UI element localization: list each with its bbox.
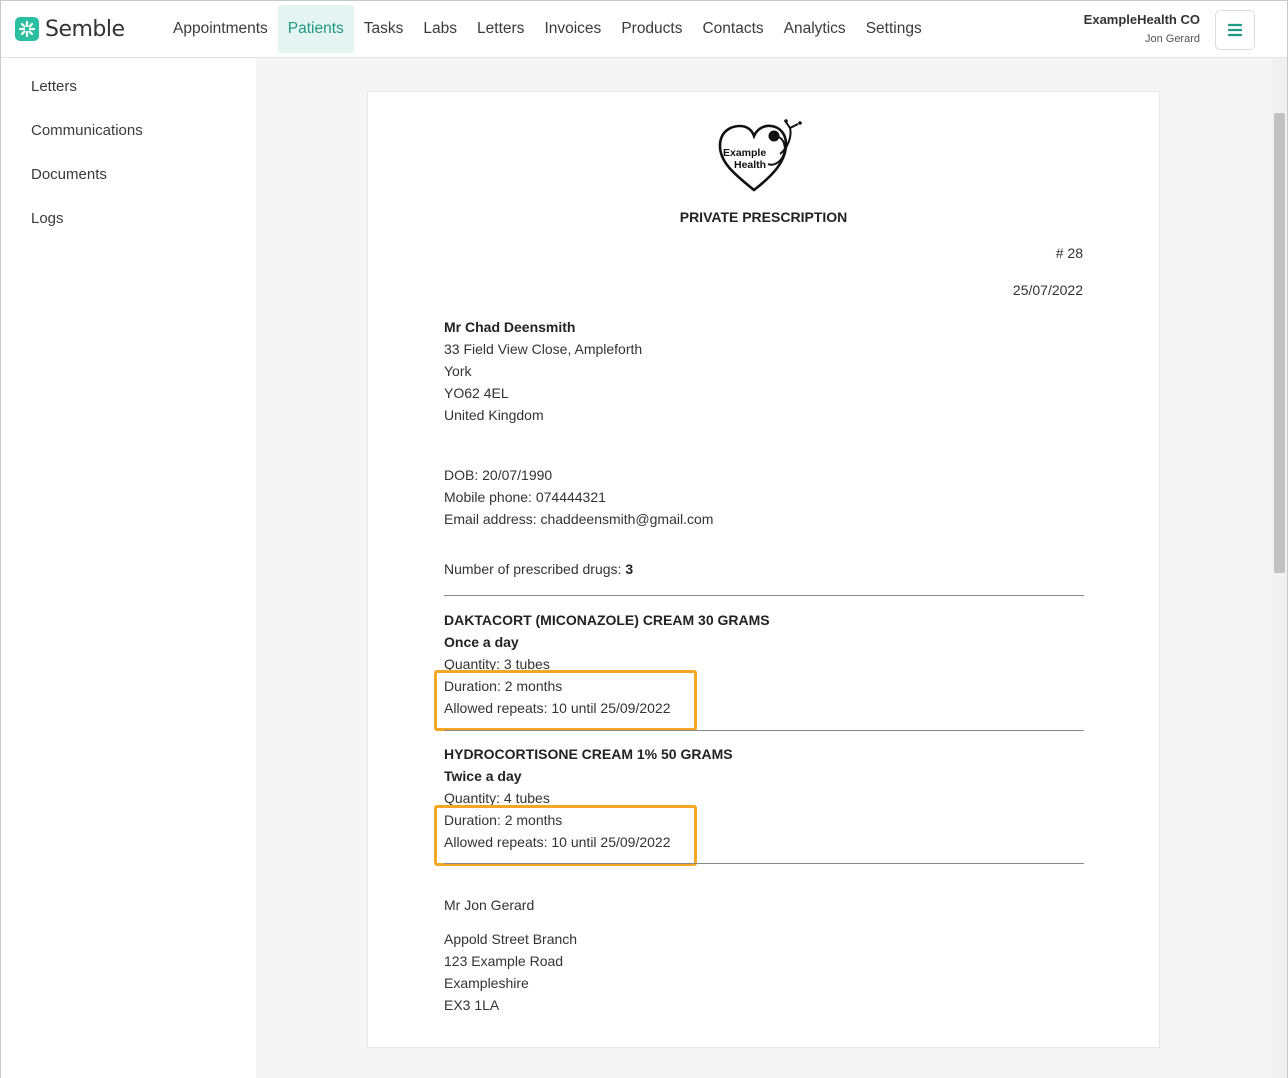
- patient-address-block: Mr Chad Deensmith 33 Field View Close, A…: [444, 316, 642, 426]
- drug-count-value: 3: [625, 561, 634, 577]
- highlight-box: [434, 805, 697, 866]
- drug-frequency: Once a day: [444, 634, 519, 650]
- menu-button[interactable]: [1215, 10, 1255, 50]
- patient-sidebar: Letters Communications Documents Logs: [1, 58, 256, 1078]
- example-health-logo: Example Health: [714, 114, 814, 194]
- prescriber-address-line: Exampleshire: [444, 975, 529, 991]
- brand[interactable]: Semble: [15, 17, 163, 42]
- patient-details-block: DOB: 20/07/1990 Mobile phone: 074444321 …: [444, 464, 713, 530]
- nav-patients[interactable]: Patients: [277, 5, 354, 53]
- patient-address-line: York: [444, 363, 472, 379]
- scrollbar-thumb[interactable]: [1274, 113, 1285, 573]
- logo-text-health: Health: [734, 159, 766, 171]
- prescription-document: Example Health PRIVATE PRESCRIPTION # 28…: [367, 91, 1160, 1048]
- document-title: PRIVATE PRESCRIPTION: [679, 209, 848, 225]
- hamburger-icon: [1227, 23, 1243, 37]
- account-info[interactable]: ExampleHealth CO Jon Gerard: [1084, 12, 1200, 45]
- patient-address-line: 33 Field View Close, Ampleforth: [444, 341, 643, 357]
- divider: [444, 595, 1084, 596]
- nav-settings[interactable]: Settings: [856, 5, 932, 53]
- nav-contacts[interactable]: Contacts: [692, 5, 773, 53]
- top-navigation-bar: Semble Appointments Patients Tasks Labs …: [1, 1, 1287, 58]
- prescription-date: 25/07/2022: [1012, 282, 1083, 298]
- main-content: Example Health PRIVATE PRESCRIPTION # 28…: [256, 58, 1272, 1078]
- nav-invoices[interactable]: Invoices: [534, 5, 611, 53]
- prescriber-address-line: EX3 1LA: [444, 997, 500, 1013]
- nav-products[interactable]: Products: [611, 5, 692, 53]
- divider: [444, 730, 1084, 731]
- brand-name: Semble: [45, 16, 125, 42]
- semble-logo-icon: [15, 17, 39, 41]
- highlight-box: [434, 670, 697, 731]
- nav-appointments[interactable]: Appointments: [163, 5, 278, 53]
- patient-name: Mr Chad Deensmith: [444, 319, 576, 335]
- prescriber-address-block: Appold Street Branch 123 Example Road Ex…: [444, 928, 577, 1016]
- sidebar-item-documents[interactable]: Documents: [1, 152, 256, 196]
- sidebar-item-communications[interactable]: Communications: [1, 108, 256, 152]
- patient-mobile: Mobile phone: 074444321: [444, 489, 606, 505]
- user-name: Jon Gerard: [1144, 33, 1200, 45]
- prescriber-address-line: 123 Example Road: [444, 953, 564, 969]
- nav-labs[interactable]: Labs: [413, 5, 467, 53]
- patient-address-line: YO62 4EL: [444, 385, 509, 401]
- vertical-scrollbar[interactable]: [1272, 58, 1287, 1078]
- prescription-number: # 28: [1055, 245, 1083, 261]
- nav-letters[interactable]: Letters: [467, 5, 534, 53]
- drug-frequency: Twice a day: [444, 768, 522, 784]
- drug-name: DAKTACORT (MICONAZOLE) CREAM 30 GRAMS: [444, 612, 770, 628]
- prescriber-address-line: Appold Street Branch: [444, 931, 578, 947]
- logo-text-example: Example: [723, 147, 766, 159]
- main-nav: Appointments Patients Tasks Labs Letters…: [163, 1, 932, 57]
- nav-analytics[interactable]: Analytics: [774, 5, 856, 53]
- patient-dob: DOB: 20/07/1990: [444, 467, 553, 483]
- nav-tasks[interactable]: Tasks: [354, 5, 414, 53]
- divider: [444, 863, 1084, 864]
- drug-count-line: Number of prescribed drugs: 3: [444, 558, 633, 580]
- drug-count-label: Number of prescribed drugs:: [444, 561, 622, 577]
- sidebar-item-letters[interactable]: Letters: [1, 64, 256, 108]
- patient-address-line: United Kingdom: [444, 407, 544, 423]
- prescriber-name: Mr Jon Gerard: [444, 897, 535, 913]
- sidebar-item-logs[interactable]: Logs: [1, 196, 256, 240]
- patient-email: Email address: chaddeensmith@gmail.com: [444, 511, 714, 527]
- org-name: ExampleHealth CO: [1083, 12, 1200, 27]
- drug-name: HYDROCORTISONE CREAM 1% 50 GRAMS: [444, 746, 733, 762]
